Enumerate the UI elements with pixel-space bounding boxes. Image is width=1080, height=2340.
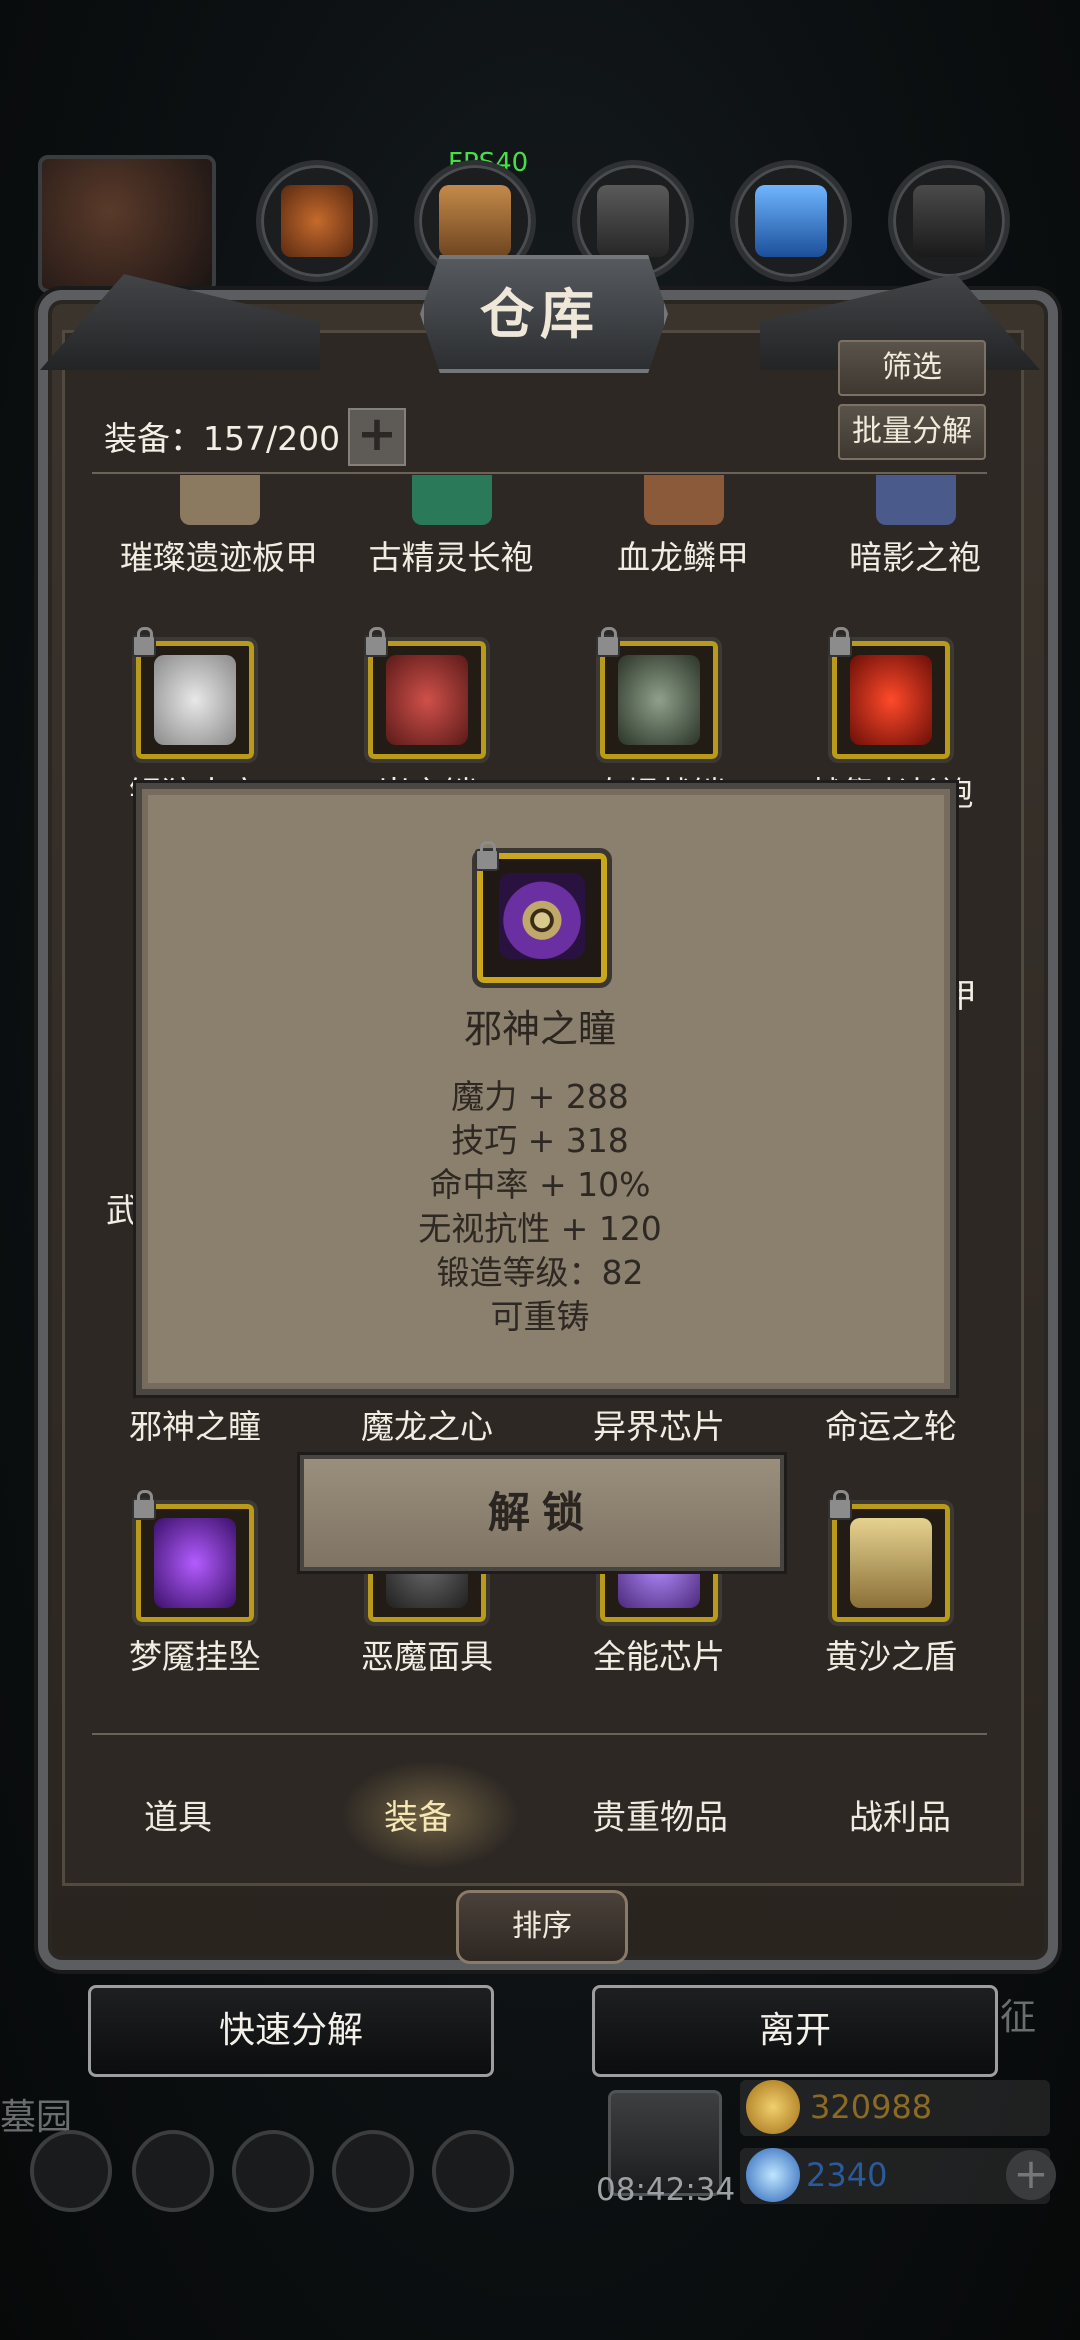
tab-valuables[interactable]: 贵重物品 [560,1790,760,1839]
item-art [644,475,724,525]
tooltip-stats: 魔力 + 288 技巧 + 318 命中率 + 10% 无视抗性 + 120 锻… [136,1075,944,1339]
item-name[interactable]: 魔龙之心 [322,1400,532,1448]
lock-icon [132,627,156,657]
crystal-icon [755,185,827,257]
unlock-button[interactable]: 解锁 [300,1455,784,1571]
lock-icon [475,841,499,871]
tab-equipment[interactable]: 装备 [318,1790,518,1839]
item-name[interactable]: 命运之轮 [786,1400,996,1448]
menu-icon[interactable] [432,2130,514,2212]
menu-icon[interactable] [132,2130,214,2212]
lock-icon [828,627,852,657]
armor-icon [597,185,669,257]
red-robe-icon [850,655,932,745]
background-side-text: 征 [1000,1997,1037,2038]
item-name[interactable]: 古精灵长袍 [346,531,556,579]
pendant-icon [154,1518,236,1608]
menu-icon[interactable] [332,2130,414,2212]
equipment-count: 装备：157/200 [104,419,341,458]
gold-amount: 320988 [810,2088,933,2126]
menu-icon[interactable] [30,2130,112,2212]
category-misc-slot[interactable] [888,160,1010,282]
category-weapon-slot[interactable] [256,160,378,282]
gold-coin-icon [746,2080,800,2134]
tab-loot[interactable]: 战利品 [800,1790,1000,1839]
grid-row-1: 璀璨遗迹板甲 古精灵长袍 血龙鳞甲 暗影之袍 [62,475,1018,580]
category-crystal-slot[interactable] [730,160,852,282]
lock-icon [132,1490,156,1520]
divider [92,1733,987,1735]
red-armor-icon [386,655,468,745]
shield-icon [850,1518,932,1608]
divider [92,472,987,474]
gem-amount: 2340 [806,2156,888,2194]
stat-line: 可重铸 [490,1297,590,1336]
character-slot[interactable] [38,155,216,293]
stat-line: 锻造等级：82 [436,1253,644,1292]
plate-icon [913,185,985,257]
silver-coat-icon [154,655,236,745]
bag-icon [281,185,353,257]
tab-items[interactable]: 道具 [78,1790,278,1839]
eye-amulet-icon [499,873,585,959]
expand-capacity-button[interactable]: + [348,408,406,466]
item-name[interactable]: 暗影之袍 [810,531,1018,579]
item-art [180,475,260,525]
stat-line: 无视抗性 + 120 [418,1209,662,1248]
lock-icon [828,1490,852,1520]
tooltip-item-name: 邪神之瞳 [463,1007,616,1051]
quick-decompose-button[interactable]: 快速分解 [88,1985,494,2077]
lock-icon [596,627,620,657]
item-name[interactable]: 血龙鳞甲 [578,531,788,579]
menu-icon[interactable] [232,2130,314,2212]
gem-icon [746,2148,800,2202]
wood-icon [439,185,511,257]
leave-button[interactable]: 离开 [592,1985,998,2077]
titan-armor-icon [618,655,700,745]
batch-decompose-button[interactable]: 批量分解 [838,404,986,460]
add-gems-button[interactable]: + [1006,2150,1056,2200]
item-slot[interactable]: 黄沙之盾 [786,1490,996,1678]
item-slot[interactable]: 梦魇挂坠 [90,1490,300,1678]
stat-line: 技巧 + 318 [451,1121,629,1160]
tooltip-item-icon [472,841,612,988]
item-name-partial: 武 [106,1191,139,1230]
stat-line: 魔力 + 288 [451,1077,629,1116]
sort-button[interactable]: 排序 [456,1890,628,1964]
item-art [876,475,956,525]
item-name[interactable]: 邪神之瞳 [90,1400,300,1448]
lock-icon [364,627,388,657]
clock: 08:42:34 [596,2172,736,2208]
stat-line: 命中率 + 10% [429,1165,651,1204]
window-title: 仓库 [480,282,600,346]
filter-button[interactable]: 筛选 [838,340,986,396]
item-art [412,475,492,525]
item-name[interactable]: 璀璨遗迹板甲 [114,531,324,579]
item-name[interactable]: 异界芯片 [554,1400,764,1448]
